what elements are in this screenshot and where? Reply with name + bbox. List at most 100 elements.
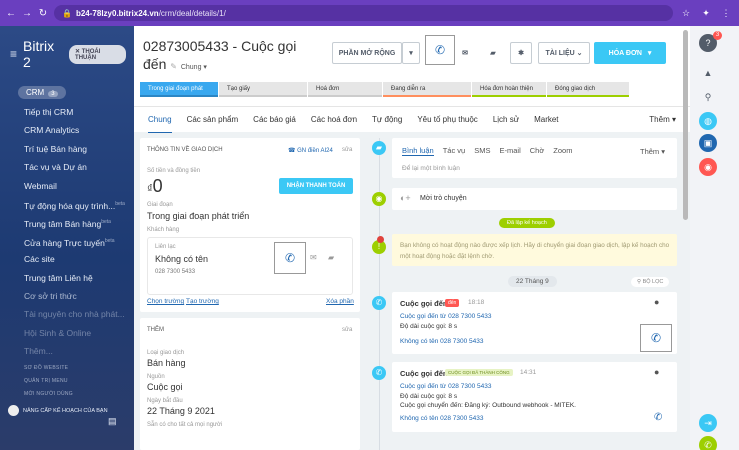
sidebar-item[interactable]: Hội Sinh & Online [0, 324, 134, 342]
stage-1[interactable]: Trong giai đoạn phát triển [140, 82, 218, 107]
call-from-link[interactable]: Cuộc gọi đến từ 028 7300 5433 [400, 313, 491, 320]
stage-6[interactable]: Đóng giao dịch [547, 82, 629, 97]
deal-title[interactable]: 02873005433 - Cuộc gọi [143, 38, 296, 54]
sidebar-item[interactable]: Cửa hàng Trực tuyếnbeta [0, 232, 134, 250]
tab-2[interactable]: Các sản phẩm [187, 107, 239, 133]
more-edit-link[interactable]: sửa [342, 327, 352, 333]
invoice-button[interactable]: HÓA ĐƠN ▾ [594, 42, 666, 64]
sidebar-item[interactable]: Trung tâm Bán hàngbeta [0, 213, 134, 231]
sidebar-item[interactable]: CRM Analytics [0, 121, 134, 139]
sidebar-item[interactable]: Tiếp thị CRM [0, 103, 134, 121]
tab-8[interactable]: Market [534, 107, 558, 133]
mail-icon[interactable]: ✉ [456, 42, 474, 64]
sidebar-item[interactable]: Webmail [0, 177, 134, 195]
mail-icon[interactable]: ✉ [310, 253, 317, 262]
feed-tab-4[interactable]: E-mail [499, 146, 520, 156]
type-value[interactable]: Bán hàng [147, 358, 186, 368]
feed-tab-2[interactable]: Tác vụ [443, 146, 466, 156]
users-icon[interactable]: ◍ [699, 112, 717, 130]
reload-icon[interactable]: ↻ [38, 8, 48, 19]
extend-dropdown[interactable]: ▾ [402, 42, 420, 64]
create-field-link[interactable]: Tạo trường [186, 298, 219, 305]
start-value[interactable]: 22 Tháng 9 2021 [147, 406, 215, 416]
search-icon[interactable]: ⚲ [699, 88, 717, 106]
sidebar-item[interactable]: Thêm... [0, 342, 134, 360]
stage-3[interactable]: Hoá đơn [308, 82, 382, 97]
settings-icon[interactable]: ✱ [510, 42, 532, 64]
comment-input[interactable]: Để lại một bình luận [402, 165, 460, 172]
upgrade-plan[interactable]: NÂNG CẤP KẾ HOẠCH CỦA BẠN [8, 405, 134, 417]
call-button[interactable]: ✆ [425, 35, 455, 65]
info-edit-link[interactable]: sửa [342, 147, 352, 153]
delete-section-link[interactable]: Xóa phần [326, 298, 354, 305]
back-icon[interactable]: ← [6, 8, 16, 19]
phone-icon[interactable]: ✆ [654, 412, 662, 423]
star-icon[interactable]: ☆ [679, 6, 693, 20]
forward-icon[interactable]: → [22, 8, 32, 19]
source-value[interactable]: Cuộc gọi [147, 382, 183, 392]
call-contact-link[interactable]: Không có tên 028 7300 5433 [400, 338, 484, 345]
feed-tab-3[interactable]: SMS [474, 146, 490, 156]
feed-tab-1[interactable]: Bình luận [402, 146, 434, 156]
call-contact-link[interactable]: Không có tên 028 7300 5433 [400, 415, 484, 422]
user-avatar-icon: ● [654, 367, 660, 377]
stage-2[interactable]: Tạo giấy [219, 82, 307, 97]
sidebar-sitemap[interactable]: SƠ ĐỒ WEBSITE [0, 362, 134, 375]
edit-icon[interactable]: ✎ [170, 62, 177, 71]
menu-icon[interactable]: ⋮ [719, 6, 733, 20]
messenger-icon[interactable]: ▣ [699, 134, 717, 152]
phone-icon: ✆ [434, 43, 446, 57]
printer-icon[interactable]: ▤ [108, 416, 117, 427]
tab-6[interactable]: Yêu tố phụ thuộc [417, 107, 478, 133]
tabs-more[interactable]: Thêm ▾ [649, 107, 676, 133]
invite-chat[interactable]: ◐+ Mời trò chuyện [392, 188, 677, 210]
feed-tab-5[interactable]: Chờ [530, 146, 545, 156]
autofill-link[interactable]: ☎ GN điền AI24 [288, 147, 333, 154]
contact-name[interactable]: Không có tên [155, 254, 208, 264]
address-bar[interactable]: 🔒 b24-78lzy0.bitrix24.vn /crm/deal/detai… [54, 5, 673, 21]
deal-title-line2[interactable]: đến [143, 56, 166, 72]
phone-icon[interactable]: ✆ [699, 436, 717, 450]
exit-icon[interactable]: ⇥ [699, 414, 717, 432]
receive-payment-button[interactable]: NHẬN THANH TOÁN [279, 178, 353, 194]
sidebar-item[interactable]: Trung tâm Liên hệ [0, 269, 134, 287]
select-field-link[interactable]: Chọn trường [147, 298, 184, 305]
sidebar-invite-users[interactable]: MỜI NGƯỜI DÙNG [0, 388, 134, 401]
contact-phone[interactable]: 028 7300 5433 [155, 269, 195, 275]
bell-icon[interactable]: ▲ [699, 64, 717, 82]
sidebar-menu-admin[interactable]: QUẢN TRỊ MENU [0, 375, 134, 388]
sidebar-item[interactable]: Cơ sở tri thức [0, 287, 134, 305]
tab-4[interactable]: Các hoá đơn [311, 107, 357, 133]
sidebar-item[interactable]: Tài nguyên cho nhà phát... [0, 305, 134, 323]
filter-button[interactable]: ⚲ BỘ LỌC [631, 277, 670, 287]
feed-tab-6[interactable]: Zoom [553, 146, 572, 156]
stage-5[interactable]: Hóa đơn hoàn thiện [472, 82, 546, 97]
close-menu-button[interactable]: ✕ THOÁI THUẬN [69, 44, 126, 64]
pipeline-select[interactable]: Chung [181, 64, 202, 71]
sidebar-crm[interactable]: CRM 3 [18, 86, 66, 99]
user-icon[interactable]: ◉ [699, 158, 717, 176]
contact-call-button[interactable]: ✆ [274, 242, 306, 274]
sidebar-item[interactable]: Trí tuệ Bán hàng [0, 140, 134, 158]
comment-icon: ▰ [372, 141, 386, 155]
tab-3[interactable]: Các báo giá [253, 107, 296, 133]
extension-icon[interactable]: ✦ [699, 6, 713, 20]
tab-1[interactable]: Chung [148, 107, 172, 133]
call-back-button[interactable]: ✆ [640, 324, 672, 352]
scrollbar[interactable] [683, 30, 688, 220]
tab-5[interactable]: Tự động [372, 107, 402, 133]
deal-detail: 02873005433 - Cuộc gọi đến ✎ Chung ▾ PHẦ… [134, 26, 690, 450]
chat-icon[interactable]: ▰ [484, 42, 502, 64]
hamburger-icon[interactable]: ≡ [10, 47, 17, 61]
tab-7[interactable]: Lịch sử [493, 107, 519, 133]
sidebar-item[interactable]: Tự động hóa quy trình...beta [0, 195, 134, 213]
chat-icon[interactable]: ▰ [328, 253, 334, 262]
stage-value[interactable]: Trong giai đoạn phát triển [147, 211, 249, 221]
documents-button[interactable]: TÀI LIỆU ⌄ [538, 42, 590, 64]
feed-more[interactable]: Thêm ▾ [640, 147, 665, 156]
call-from-link[interactable]: Cuộc gọi đến từ 028 7300 5433 [400, 383, 491, 390]
sidebar-item[interactable]: Các site [0, 250, 134, 268]
stage-4[interactable]: Đang diễn ra [383, 82, 471, 97]
extend-button[interactable]: PHẦN MỞ RỘNG [332, 42, 402, 64]
sidebar-item[interactable]: Tác vụ và Dự án [0, 158, 134, 176]
